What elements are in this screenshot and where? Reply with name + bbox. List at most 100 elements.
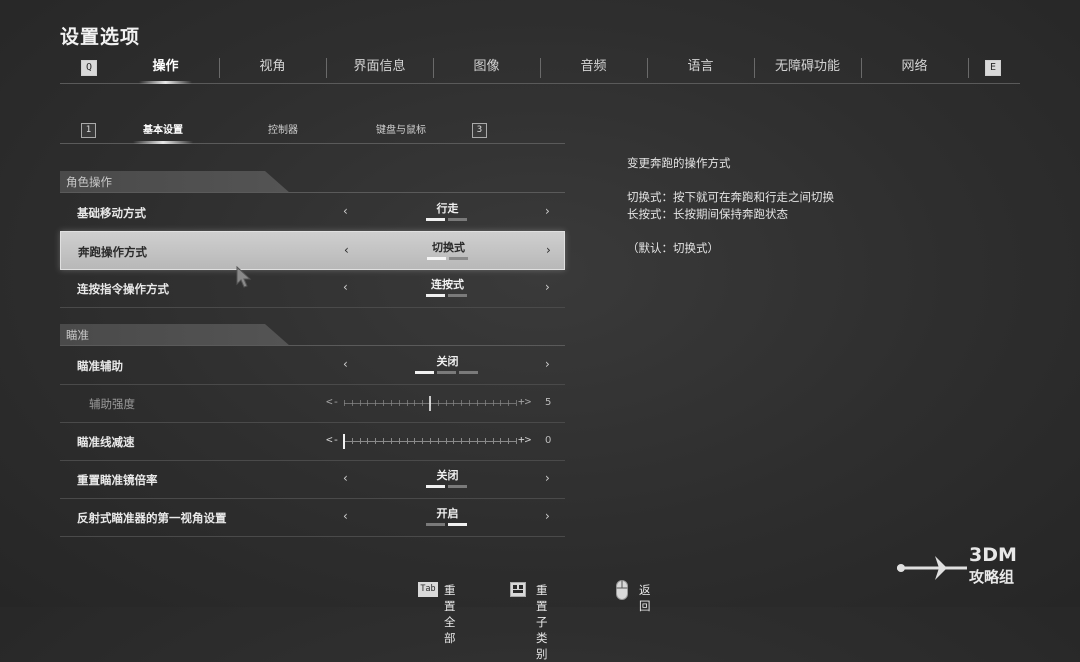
tab-audio[interactable]: 音频	[540, 55, 647, 79]
subtab-controller[interactable]: 控制器	[268, 121, 298, 136]
arrow-left-icon[interactable]: ‹	[343, 280, 348, 294]
slider-tick	[390, 400, 392, 406]
next-tab-key-e[interactable]: E	[985, 60, 1001, 76]
setting-row-reticle-slowdown[interactable]: 瞄准线减速 <- +> 0	[60, 422, 565, 461]
option-dot	[448, 485, 467, 488]
subtab-keyboard-mouse[interactable]: 键盘与鼠标	[376, 121, 426, 136]
option-dot	[426, 485, 445, 488]
option-dot	[449, 257, 468, 260]
slider-tick	[414, 438, 416, 444]
subtab-basic[interactable]: 基本设置	[133, 121, 193, 144]
arrow-left-icon[interactable]: ‹	[343, 509, 348, 523]
arrow-left-icon[interactable]: ‹	[343, 471, 348, 485]
page-title: 设置选项	[60, 26, 141, 48]
arrow-right-icon[interactable]: ›	[546, 243, 551, 257]
slider-tick	[453, 400, 455, 406]
option-dot	[426, 523, 445, 526]
slider-tick	[367, 400, 369, 406]
slider-thumb	[429, 396, 431, 411]
setting-value: 连按式	[431, 278, 464, 291]
slider-tick	[492, 400, 494, 406]
next-subtab-key-3[interactable]: 3	[472, 123, 487, 138]
slider-tick	[461, 400, 463, 406]
slider-tick	[344, 400, 345, 406]
slider-tick	[461, 438, 463, 444]
slider-tick	[516, 400, 517, 406]
slider-tick	[508, 400, 510, 406]
slider-tick	[437, 438, 439, 444]
arrow-right-icon[interactable]: ›	[545, 509, 550, 523]
setting-value: 切换式	[432, 241, 465, 254]
slider-tick	[469, 400, 471, 406]
slider-tick	[445, 400, 447, 406]
option-dot	[448, 523, 467, 526]
tab-camera[interactable]: 视角	[219, 55, 326, 79]
reset-all-button[interactable]: 重置全部	[444, 582, 456, 646]
arrow-right-icon[interactable]: ›	[545, 471, 550, 485]
prev-tab-key-q[interactable]: Q	[81, 60, 97, 76]
tab-key-icon: Tab	[418, 582, 438, 597]
arrow-left-icon[interactable]: ‹	[344, 243, 349, 257]
option-indicator	[60, 523, 565, 526]
arrow-left-icon[interactable]: ‹	[343, 357, 348, 371]
reset-category-button[interactable]: 重置子类别	[536, 582, 548, 662]
slider-tick	[351, 438, 353, 444]
section-header-aiming: 瞄准	[60, 324, 565, 346]
slider-tick	[351, 400, 353, 406]
setting-value: 开启	[436, 507, 459, 520]
tab-controls[interactable]: 操作	[112, 55, 219, 84]
slider-tick	[359, 438, 361, 444]
slider-thumb[interactable]	[343, 434, 345, 449]
setting-row-reset-scope-zoom[interactable]: 重置瞄准镜倍率 ‹ 关闭 ›	[60, 460, 565, 499]
section-label: 瞄准	[66, 328, 89, 342]
slider-tick	[508, 438, 510, 444]
slider-tick	[437, 400, 439, 406]
slider-tick	[445, 438, 447, 444]
description-line: 切换式：按下就可在奔跑和行走之间切换	[627, 190, 834, 204]
slider-tick	[383, 438, 385, 444]
slider-tick	[500, 438, 502, 444]
tab-network[interactable]: 网络	[861, 55, 968, 79]
slider-tick	[453, 438, 455, 444]
watermark-logo: 3DM 攻略组	[895, 540, 1065, 600]
slider-tick	[375, 438, 377, 444]
tab-divider	[968, 58, 969, 78]
tab-hud[interactable]: 界面信息	[326, 55, 433, 79]
option-dot	[426, 218, 445, 221]
option-dot	[426, 294, 445, 297]
slider-tick	[422, 438, 424, 444]
tab-accessibility[interactable]: 无障碍功能	[754, 55, 861, 79]
description-line: 长按式：长按期间保持奔跑状态	[627, 207, 788, 221]
slider-plus-icon[interactable]: +>	[518, 433, 531, 446]
slider-tick	[469, 438, 471, 444]
slider-tick	[398, 438, 400, 444]
assist-strength-slider: <- +>	[326, 395, 536, 411]
arrow-right-icon[interactable]: ›	[545, 357, 550, 371]
slider-tick	[500, 400, 502, 406]
slider-minus-icon: <-	[326, 395, 340, 408]
reticle-slowdown-slider[interactable]: <- +>	[326, 433, 536, 449]
prev-subtab-key-1[interactable]: 1	[81, 123, 96, 138]
setting-value: 关闭	[436, 355, 459, 368]
slider-tick	[492, 438, 494, 444]
setting-row-aim-assist[interactable]: 瞄准辅助 ‹ 关闭 ›	[60, 346, 565, 385]
setting-row-sprint-mode[interactable]: 奔跑操作方式 ‹ 切换式 ›	[60, 231, 565, 270]
back-button[interactable]: 返回	[639, 582, 651, 614]
setting-row-basic-movement[interactable]: 基础移动方式 ‹ 行走 ›	[60, 193, 565, 232]
slider-tick	[375, 400, 377, 406]
description-heading: 变更奔跑的操作方式	[627, 156, 731, 170]
slider-tick	[390, 438, 392, 444]
arrow-left-icon[interactable]: ‹	[343, 204, 348, 218]
arrow-right-icon[interactable]: ›	[545, 204, 550, 218]
tab-graphics[interactable]: 图像	[433, 55, 540, 79]
tab-language[interactable]: 语言	[647, 55, 754, 79]
slider-minus-icon[interactable]: <-	[326, 433, 339, 446]
watermark-line1: 3DM	[969, 544, 1017, 566]
arrow-right-icon[interactable]: ›	[545, 280, 550, 294]
section-header-character: 角色操作	[60, 171, 565, 193]
slider-tick	[422, 400, 424, 406]
slider-tick	[367, 438, 369, 444]
slider-tick	[398, 400, 400, 406]
setting-row-repeat-input[interactable]: 连按指令操作方式 ‹ 连按式 ›	[60, 269, 565, 308]
setting-row-reflex-sight-fpv[interactable]: 反射式瞄准器的第一视角设置 ‹ 开启 ›	[60, 498, 565, 537]
